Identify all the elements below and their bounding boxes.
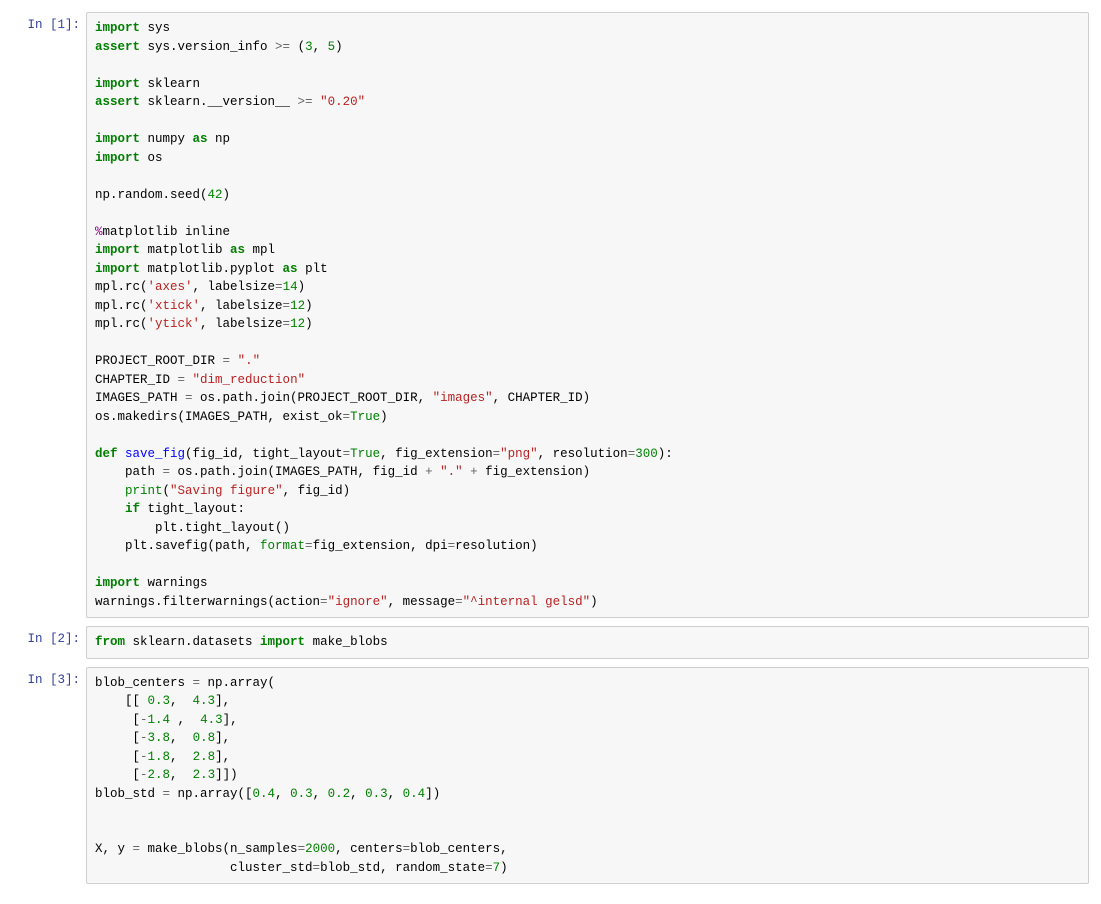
code-cell: In [3]:blob_centers = np.array( [[ 0.3, … — [12, 667, 1089, 885]
code-content[interactable]: import sys assert sys.version_info >= (3… — [95, 19, 1080, 611]
input-area[interactable]: import sys assert sys.version_info >= (3… — [86, 12, 1089, 618]
notebook-container: In [1]:import sys assert sys.version_inf… — [12, 12, 1089, 884]
code-content[interactable]: from sklearn.datasets import make_blobs — [95, 633, 1080, 652]
code-content[interactable]: blob_centers = np.array( [[ 0.3, 4.3], [… — [95, 674, 1080, 878]
code-cell: In [1]:import sys assert sys.version_inf… — [12, 12, 1089, 618]
input-area[interactable]: blob_centers = np.array( [[ 0.3, 4.3], [… — [86, 667, 1089, 885]
code-cell: In [2]: from sklearn.datasets import make… — [12, 626, 1089, 659]
input-prompt: In [1]: — [12, 12, 86, 618]
input-prompt: In [2]: — [12, 626, 86, 659]
input-area[interactable]: from sklearn.datasets import make_blobs — [86, 626, 1089, 659]
input-prompt: In [3]: — [12, 667, 86, 885]
